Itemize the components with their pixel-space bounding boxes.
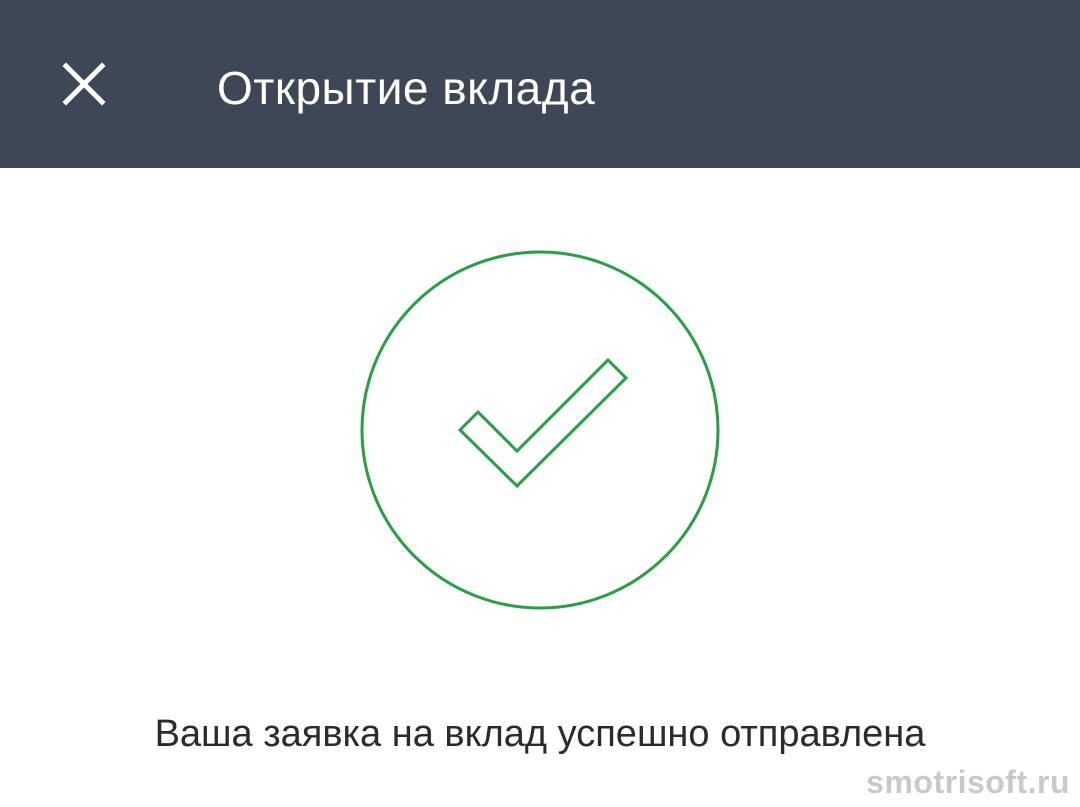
checkmark-circle-icon [360,250,720,610]
success-graphic [360,250,720,610]
close-button[interactable] [44,44,124,124]
checkmark-icon [457,357,629,489]
close-icon [62,62,106,106]
page-title: Открытие вклада [217,62,596,114]
success-message: Ваша заявка на вклад успешно отправлена [154,713,926,755]
app-bar: Открытие вклада [0,0,1080,168]
watermark: smotrisoft.ru [866,764,1070,800]
main-content: Ваша заявка на вклад успешно отправлена [0,168,1080,807]
